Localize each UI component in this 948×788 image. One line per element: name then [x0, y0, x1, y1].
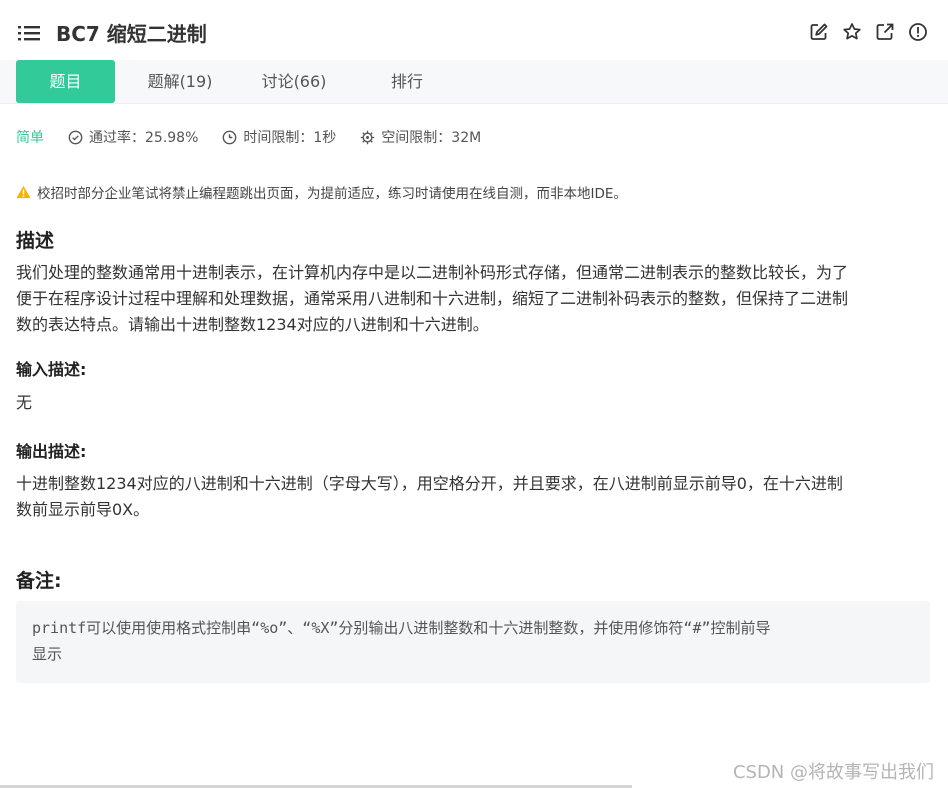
output-text: 十进制整数1234对应的八进制和十六进制（字母大写），用空格分开，并且要求，在八… — [16, 471, 936, 523]
header-actions — [809, 22, 928, 42]
tab-bar: 题目 题解(19) 讨论(66) 排行 — [0, 60, 948, 104]
description-heading: 描述 — [16, 230, 55, 252]
tab-ranking[interactable]: 排行 — [357, 60, 457, 103]
memory-chip-icon — [361, 130, 375, 144]
exam-notice: 校招时部分企业笔试将禁止编程题跳出页面，为提前适应，练习时请使用在线自测，而非本… — [16, 182, 627, 202]
pass-rate: 通过率：25.98% — [68, 127, 198, 147]
space-limit: 空间限制：32M — [360, 127, 481, 147]
watermark: CSDN @将故事写出我们 — [732, 762, 934, 783]
tab-discussion[interactable]: 讨论(66) — [244, 60, 344, 103]
tab-solutions[interactable]: 题解(19) — [130, 60, 230, 103]
input-text: 无 — [16, 393, 33, 412]
output-line: 数前显示前导0X。 — [16, 500, 150, 519]
problem-header: BC7 缩短二进制 — [0, 0, 948, 60]
check-circle-icon — [68, 130, 83, 144]
output-line: 十进制整数1234对应的八进制和十六进制（字母大写），用空格分开，并且要求，在八… — [16, 474, 843, 493]
description-line: 我们处理的整数通常用十进制表示，在计算机内存中是以二进制补码形式存储，但通常二进… — [16, 263, 849, 282]
clock-icon — [223, 130, 237, 144]
tab-problem[interactable]: 题目 — [16, 60, 115, 103]
warning-icon — [16, 185, 31, 199]
notice-text: 校招时部分企业笔试将禁止编程题跳出页面，为提前适应，练习时请使用在线自测，而非本… — [37, 186, 627, 202]
info-icon[interactable] — [908, 22, 928, 42]
description-line: 便于在程序设计过程中理解和处理数据，通常采用八进制和十六进制，缩短了二进制补码表… — [16, 289, 849, 308]
star-icon[interactable] — [842, 22, 862, 42]
problem-meta: 简单 通过率：25.98% 时间限制：1秒 空间限制：32M — [16, 127, 505, 147]
list-icon[interactable] — [18, 25, 40, 41]
note-box: printf可以使用使用格式控制串“%o”、“%X”分别输出八进制整数和十六进制… — [16, 601, 930, 683]
input-heading: 输入描述: — [16, 360, 87, 379]
time-limit: 时间限制：1秒 — [222, 127, 336, 147]
note-line: printf可以使用使用格式控制串“%o”、“%X”分别输出八进制整数和十六进制… — [32, 619, 771, 637]
time-limit-text: 时间限制：1秒 — [243, 130, 337, 146]
pass-rate-text: 通过率：25.98% — [89, 130, 199, 146]
description-line: 数的表达特点。请输出十进制整数1234对应的八进制和十六进制。 — [16, 315, 489, 334]
external-link-icon[interactable] — [875, 22, 895, 42]
difficulty-badge: 简单 — [16, 130, 44, 146]
note-heading: 备注: — [16, 570, 62, 592]
problem-title: BC7 缩短二进制 — [56, 22, 207, 46]
output-heading: 输出描述: — [16, 442, 87, 461]
space-limit-text: 空间限制：32M — [381, 130, 482, 146]
edit-icon[interactable] — [809, 22, 829, 42]
description-text: 我们处理的整数通常用十进制表示，在计算机内存中是以二进制补码形式存储，但通常二进… — [16, 260, 936, 338]
note-line: 显示 — [32, 645, 63, 663]
